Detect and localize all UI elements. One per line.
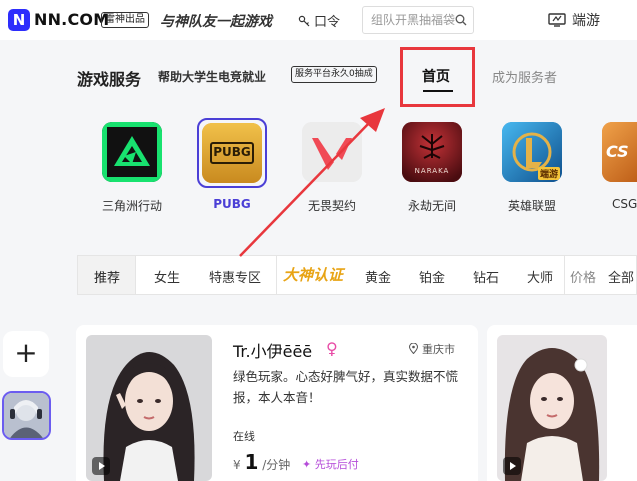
annotation-arrow (239, 108, 385, 257)
